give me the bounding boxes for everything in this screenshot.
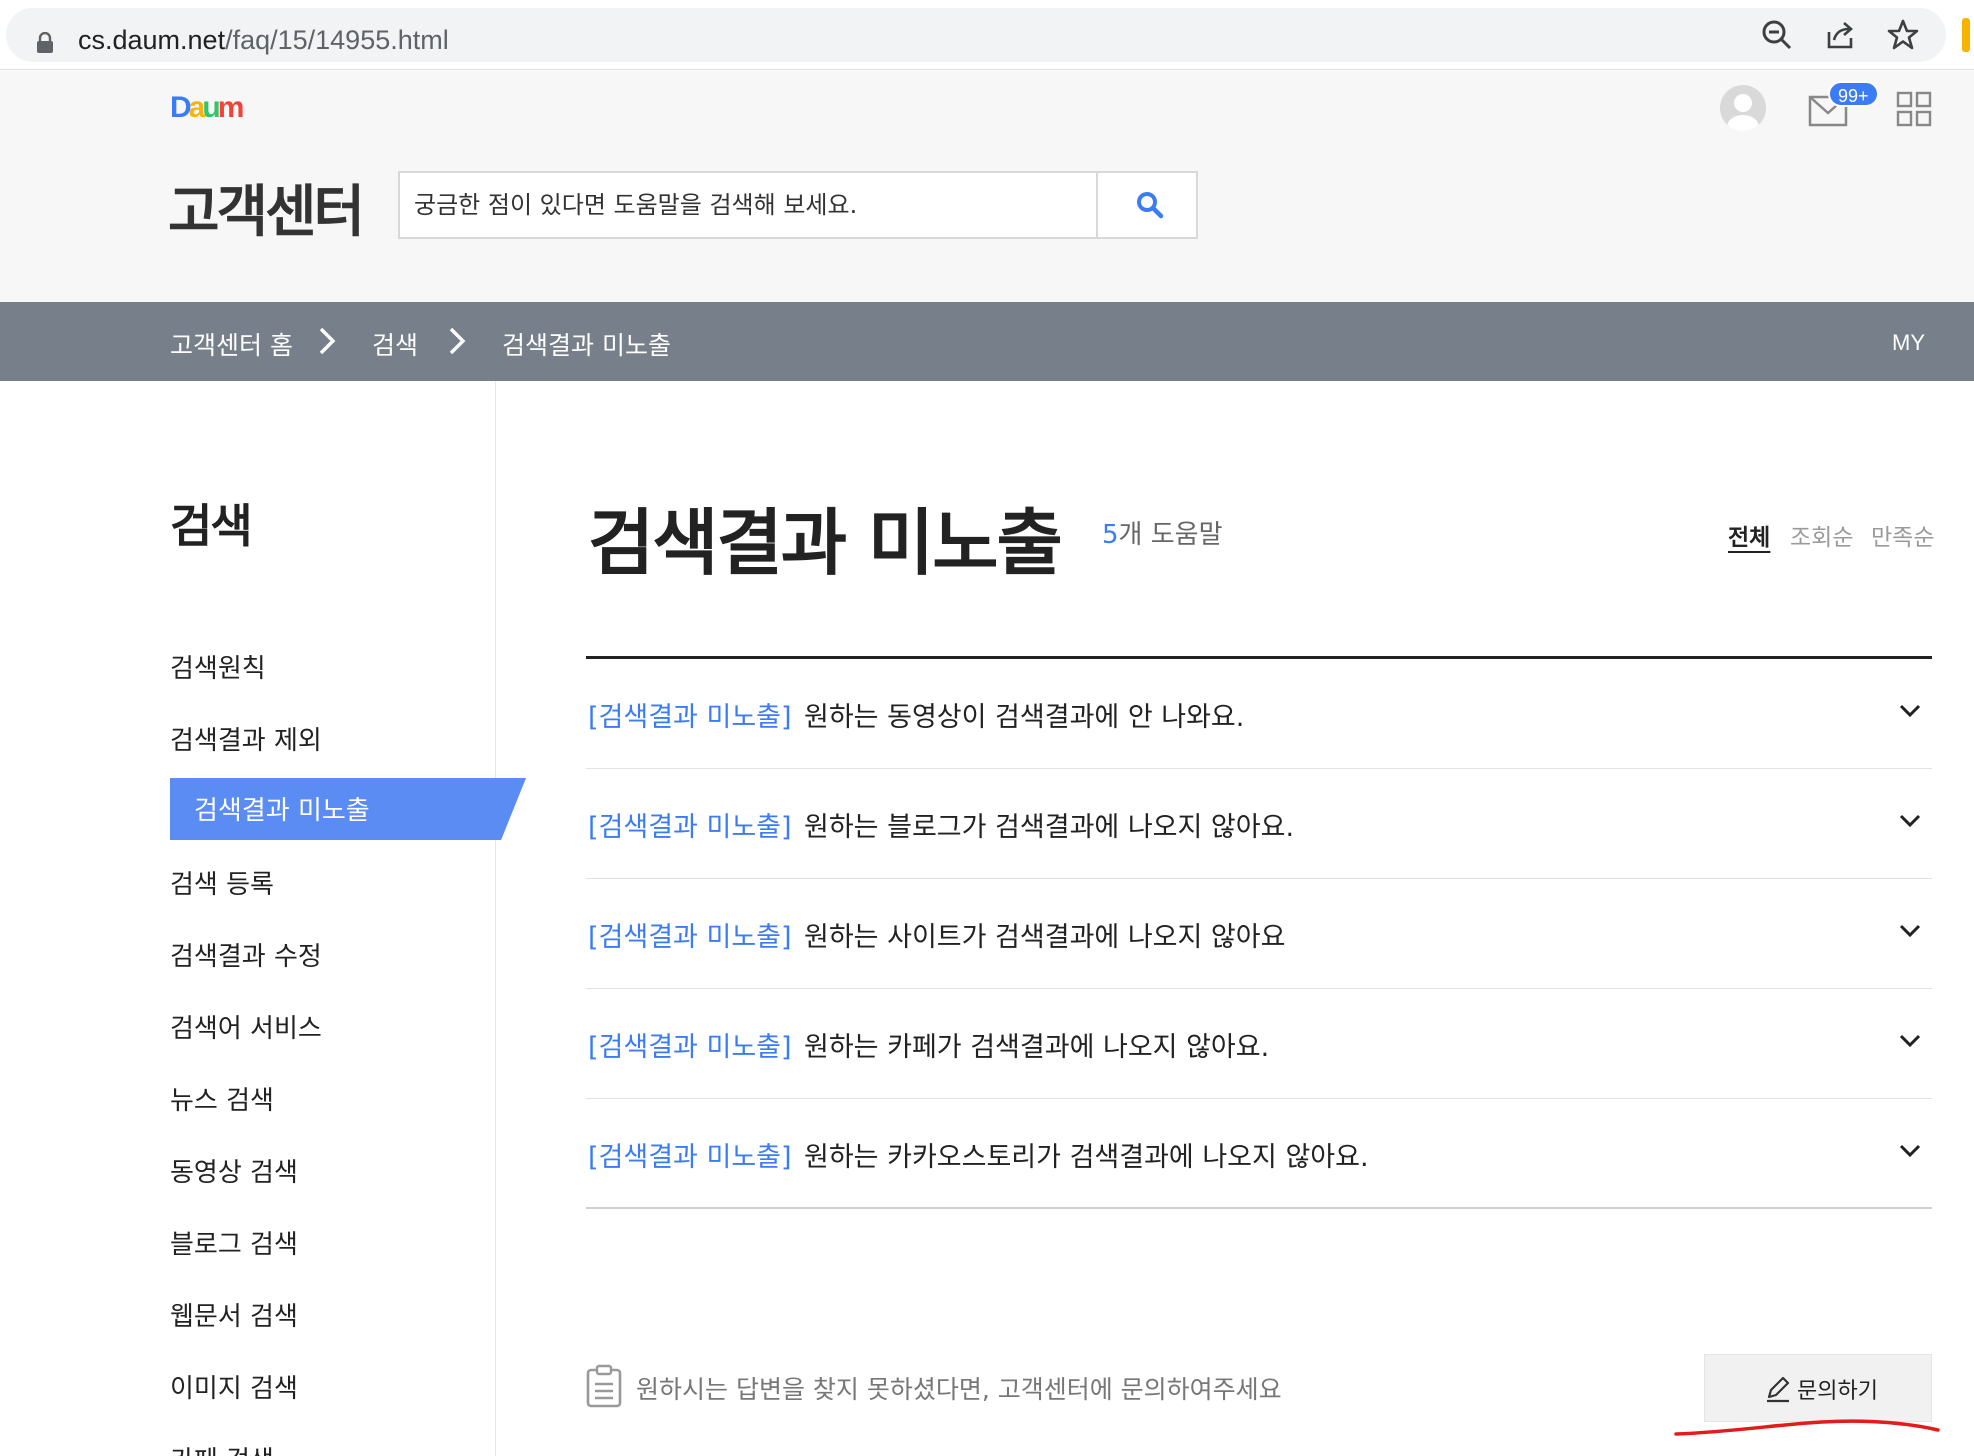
- sidebar-item[interactable]: 블로그 검색: [170, 1224, 298, 1261]
- search-button[interactable]: [1096, 173, 1196, 237]
- sidebar-item[interactable]: 동영상 검색: [170, 1152, 298, 1189]
- logo-letter: a: [188, 91, 206, 124]
- red-underline-annotation: [1674, 1419, 1940, 1436]
- daum-logo[interactable]: Daum: [170, 91, 245, 125]
- help-count-number: 5: [1102, 520, 1119, 550]
- faq-item[interactable]: [검색결과 미노출] 원하는 카페가 검색결과에 나오지 않아요.: [586, 989, 1932, 1099]
- inquiry-button-label: 문의하기: [1797, 1379, 1878, 1404]
- mail-count-badge: 99+: [1828, 81, 1879, 107]
- user-icon: [1727, 94, 1759, 131]
- url-host: cs.daum.net: [78, 25, 226, 55]
- chevron-right-icon: [319, 327, 336, 355]
- pencil-icon: [1767, 1376, 1790, 1403]
- logo-letter: u: [202, 91, 220, 124]
- chevron-down-icon: [1899, 1144, 1921, 1158]
- user-avatar[interactable]: [1720, 85, 1766, 131]
- faq-category: [검색결과 미노출]: [588, 702, 792, 733]
- apps-grid-icon[interactable]: [1896, 91, 1932, 127]
- faq-category: [검색결과 미노출]: [588, 812, 792, 843]
- sidebar-item[interactable]: 검색결과 제외: [170, 720, 322, 757]
- faq-category: [검색결과 미노출]: [588, 1142, 792, 1173]
- breadcrumb-search[interactable]: 검색: [372, 326, 418, 362]
- sort-all[interactable]: 전체: [1728, 518, 1770, 552]
- faq-item[interactable]: [검색결과 미노출] 원하는 동영상이 검색결과에 안 나와요.: [586, 659, 1932, 769]
- faq-category: [검색결과 미노출]: [588, 1032, 792, 1063]
- url-text: cs.daum.net/faq/15/14955.html: [78, 25, 449, 56]
- chevron-right-icon: [449, 327, 466, 355]
- faq-item[interactable]: [검색결과 미노출] 원하는 블로그가 검색결과에 나오지 않아요.: [586, 769, 1932, 879]
- sidebar-item[interactable]: 검색어 서비스: [170, 1008, 322, 1045]
- faq-question: 원하는 사이트가 검색결과에 나오지 않아요: [804, 922, 1286, 953]
- url-path: /faq/15/14955.html: [225, 25, 449, 55]
- faq-question: 원하는 동영상이 검색결과에 안 나와요.: [804, 702, 1245, 733]
- sidebar-item[interactable]: 검색결과 수정: [170, 936, 322, 973]
- faq-question: 원하는 카페가 검색결과에 나오지 않아요.: [804, 1032, 1270, 1063]
- search-box: [398, 171, 1198, 239]
- chevron-down-icon: [1899, 924, 1921, 938]
- logo-letter: D: [170, 91, 192, 124]
- breadcrumb-home[interactable]: 고객센터 홈: [170, 326, 293, 362]
- sort-satisfaction[interactable]: 만족순: [1871, 518, 1934, 552]
- breadcrumb: 고객센터 홈 검색 검색결과 미노출 MY: [0, 302, 1974, 381]
- my-link[interactable]: MY: [1892, 330, 1925, 356]
- sidebar-item[interactable]: 웹문서 검색: [170, 1296, 298, 1333]
- chevron-down-icon: [1899, 704, 1921, 718]
- logo-letter: m: [217, 91, 245, 124]
- url-field[interactable]: cs.daum.net/faq/15/14955.html: [6, 8, 1946, 62]
- help-count-suffix: 개 도움말: [1118, 520, 1223, 550]
- faq-category: [검색결과 미노출]: [588, 922, 792, 953]
- sidebar-item-active[interactable]: 검색결과 미노출: [170, 778, 526, 840]
- site-header: Daum 고객센터 99+: [0, 71, 1974, 302]
- faq-question: 원하는 카카오스토리가 검색결과에 나오지 않아요.: [804, 1142, 1369, 1173]
- browser-address-bar: cs.daum.net/faq/15/14955.html: [0, 0, 1974, 70]
- faq-question: 원하는 블로그가 검색결과에 나오지 않아요.: [804, 812, 1295, 843]
- sidebar-divider: [495, 381, 496, 1456]
- sort-views[interactable]: 조회순: [1790, 518, 1853, 552]
- sidebar-item-label: 검색결과 미노출: [194, 796, 370, 826]
- sidebar-item[interactable]: 카페 검색: [170, 1440, 274, 1456]
- breadcrumb-current[interactable]: 검색결과 미노출: [502, 326, 671, 362]
- search-input[interactable]: [414, 173, 1094, 237]
- sidebar-item[interactable]: 뉴스 검색: [170, 1080, 274, 1117]
- extension-icon[interactable]: [1962, 18, 1970, 52]
- search-icon: [1137, 192, 1164, 219]
- sidebar-title: 검색: [170, 499, 253, 553]
- zoom-out-icon[interactable]: [1760, 18, 1794, 52]
- inquiry-button[interactable]: 문의하기: [1704, 1354, 1932, 1422]
- faq-item[interactable]: [검색결과 미노출] 원하는 카카오스토리가 검색결과에 나오지 않아요.: [586, 1099, 1932, 1209]
- customer-center-title[interactable]: 고객센터: [168, 167, 365, 248]
- lock-icon: [37, 32, 53, 53]
- chevron-down-icon: [1899, 814, 1921, 828]
- sidebar-item[interactable]: 검색 등록: [170, 864, 274, 901]
- clipboard-icon: [586, 1364, 622, 1408]
- chevron-down-icon: [1899, 1034, 1921, 1048]
- faq-item[interactable]: [검색결과 미노출] 원하는 사이트가 검색결과에 나오지 않아요: [586, 879, 1932, 989]
- help-count: 5개 도움말: [1102, 514, 1223, 551]
- bookmark-star-icon[interactable]: [1886, 18, 1920, 52]
- page-title: 검색결과 미노출: [588, 501, 1063, 585]
- inquiry-guide-text: 원하시는 답변을 찾지 못하셨다면, 고객센터에 문의하여주세요: [636, 1375, 1282, 1404]
- sidebar-item[interactable]: 이미지 검색: [170, 1368, 298, 1405]
- share-icon[interactable]: [1824, 18, 1858, 52]
- sidebar-item[interactable]: 검색원칙: [170, 648, 266, 685]
